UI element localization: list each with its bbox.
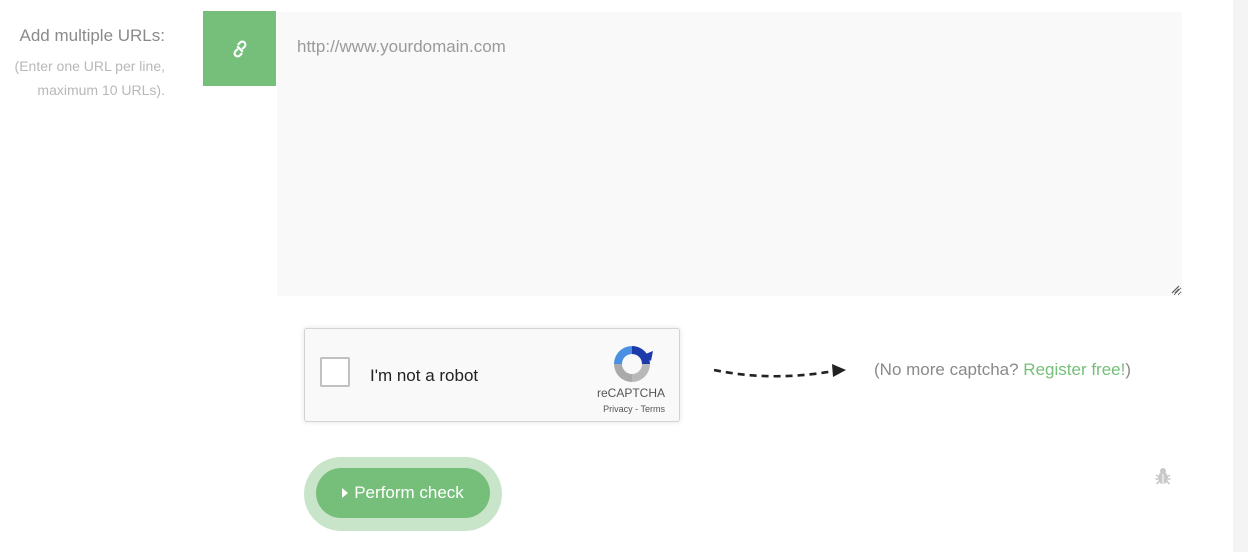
dashed-arrow-icon bbox=[713, 364, 846, 378]
url-textarea-wrapper bbox=[277, 12, 1182, 296]
recaptcha-label: I'm not a robot bbox=[370, 366, 479, 385]
resize-grip-icon[interactable] bbox=[1170, 284, 1180, 294]
field-hint: (Enter one URL per line, maximum 10 URLs… bbox=[0, 54, 165, 102]
page-gutter bbox=[1233, 0, 1248, 552]
field-hint-line-2: maximum 10 URLs). bbox=[37, 82, 165, 98]
recaptcha-privacy-link[interactable]: Privacy bbox=[603, 404, 633, 414]
recaptcha-brand: reCAPTCHA bbox=[596, 386, 665, 400]
perform-check-label: Perform check bbox=[354, 483, 464, 502]
recaptcha-widget: I'm not a robot reCAPTCHA Privacy - Term… bbox=[304, 328, 680, 422]
url-textarea[interactable] bbox=[277, 12, 1182, 296]
register-link[interactable]: Register free! bbox=[1023, 360, 1125, 379]
link-icon bbox=[233, 40, 246, 57]
recaptcha-checkbox[interactable] bbox=[320, 357, 350, 387]
url-check-form: Add multiple URLs: (Enter one URL per li… bbox=[0, 0, 1248, 552]
perform-check-button[interactable]: Perform check bbox=[316, 468, 490, 518]
link-addon bbox=[203, 11, 276, 86]
bug-icon[interactable] bbox=[1154, 466, 1172, 486]
register-prompt: (No more captcha? Register free!) bbox=[874, 360, 1131, 380]
register-prefix: (No more captcha? bbox=[874, 360, 1024, 379]
field-hint-line-1: (Enter one URL per line, bbox=[14, 58, 165, 74]
field-label: Add multiple URLs: bbox=[19, 26, 165, 45]
recaptcha-link-separator: - bbox=[632, 404, 641, 414]
recaptcha-terms-link[interactable]: Terms bbox=[641, 404, 666, 414]
recaptcha-links: Privacy - Terms bbox=[603, 404, 665, 414]
recaptcha-logo-icon bbox=[614, 346, 653, 382]
caret-right-icon bbox=[342, 488, 349, 498]
register-suffix: ) bbox=[1125, 360, 1132, 379]
